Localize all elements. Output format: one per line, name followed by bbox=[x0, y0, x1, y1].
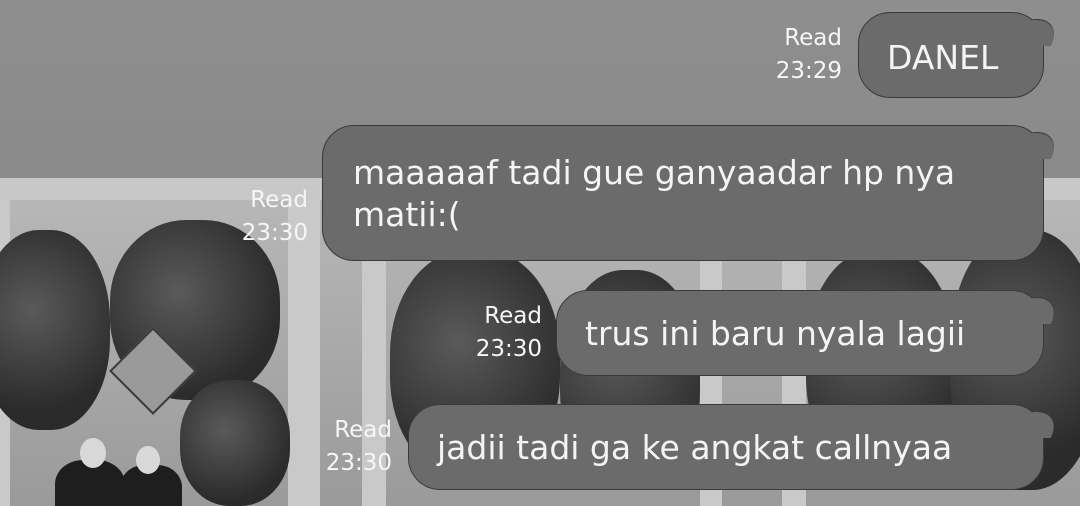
read-status: Read bbox=[484, 303, 542, 329]
message-meta: Read 23:30 bbox=[460, 300, 542, 366]
read-status: Read bbox=[250, 187, 308, 213]
message-bubble[interactable]: maaaaaf tadi gue ganyaadar hp nya matii:… bbox=[322, 125, 1064, 261]
message-time: 23:29 bbox=[775, 58, 842, 84]
read-status: Read bbox=[334, 417, 392, 443]
message-meta: Read 23:30 bbox=[226, 184, 308, 250]
message-bubble[interactable]: trus ini baru nyala lagii bbox=[556, 290, 1064, 376]
message-text: trus ini baru nyala lagii bbox=[585, 314, 966, 353]
read-status: Read bbox=[784, 25, 842, 51]
message-meta: Read 23:29 bbox=[760, 22, 842, 88]
message-bubble[interactable]: DANEL bbox=[858, 12, 1064, 98]
message-time: 23:30 bbox=[475, 336, 542, 362]
chat-message-list[interactable]: Read 23:29 DANEL Read 23:30 maaaaaf tadi… bbox=[0, 0, 1080, 506]
message-text: maaaaaf tadi gue ganyaadar hp nya matii:… bbox=[353, 153, 956, 234]
message-text: jadii tadi ga ke angkat callnyaa bbox=[437, 428, 953, 467]
message-meta: Read 23:30 bbox=[310, 414, 392, 480]
message-bubble[interactable]: jadii tadi ga ke angkat callnyaa bbox=[408, 404, 1064, 490]
bubble-tail bbox=[1020, 132, 1064, 159]
message-time: 23:30 bbox=[241, 220, 308, 246]
message-time: 23:30 bbox=[325, 450, 392, 476]
message-text: DANEL bbox=[887, 38, 999, 77]
